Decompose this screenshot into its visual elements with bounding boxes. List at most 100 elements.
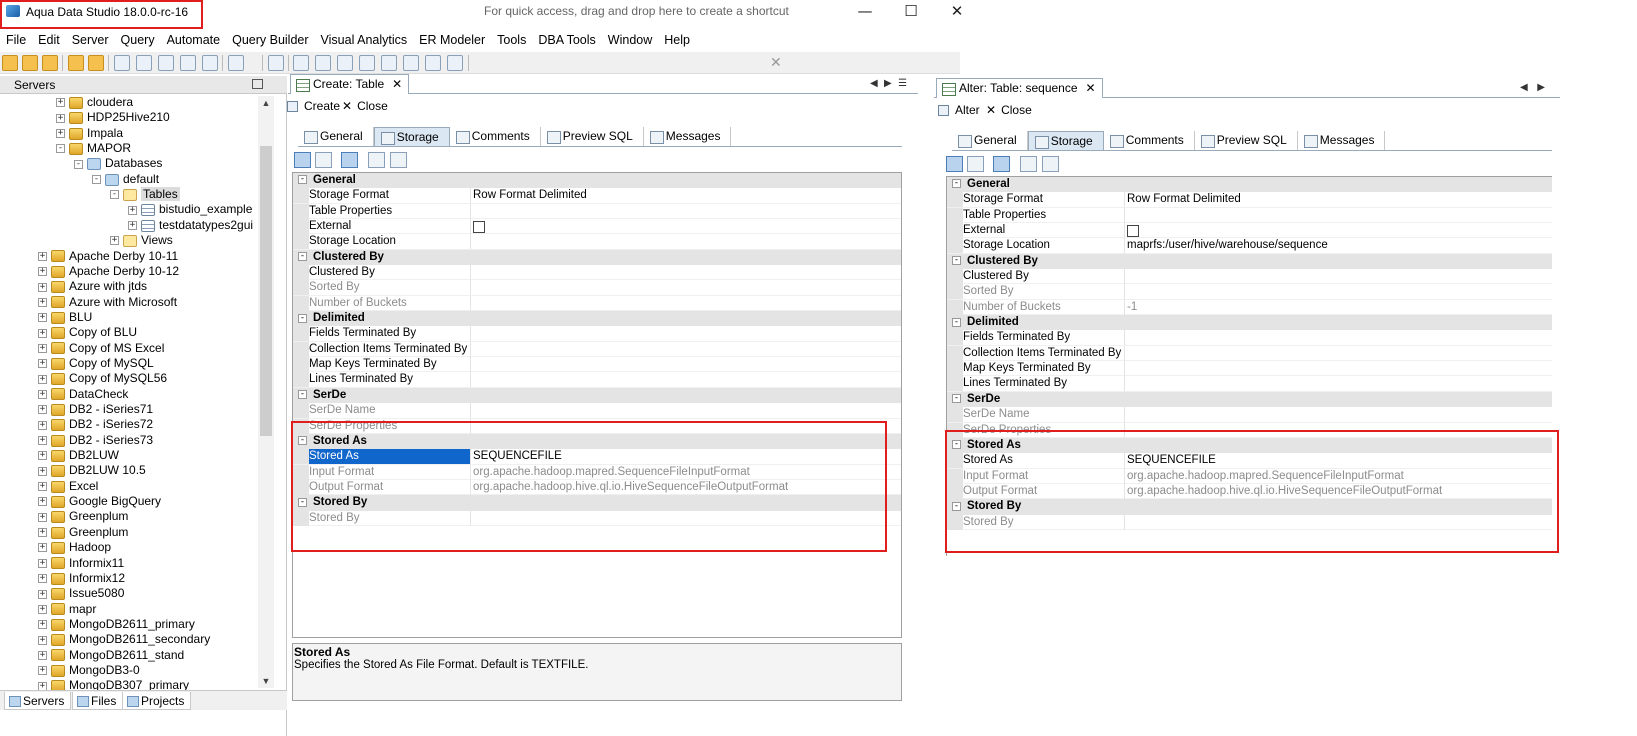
external-checkbox[interactable] <box>473 220 485 233</box>
tree-scrollbar-thumb[interactable] <box>260 146 272 436</box>
section-header[interactable]: - Delimited <box>293 311 901 327</box>
tree-node[interactable]: + Azure with jtds <box>38 278 147 294</box>
tree-node[interactable]: + DB2 - iSeries73 <box>38 432 153 448</box>
expand-icon[interactable]: + <box>56 129 65 139</box>
property-row[interactable]: Fields Terminated By <box>947 330 1552 346</box>
compare-icon[interactable] <box>180 55 196 71</box>
tree-node[interactable]: - default <box>92 171 159 187</box>
tree-node[interactable]: + Copy of MySQL56 <box>38 370 167 386</box>
create-button[interactable]: Create <box>287 99 340 113</box>
tree-node[interactable]: + Impala <box>56 125 123 141</box>
expand-icon[interactable]: + <box>38 635 47 645</box>
panel-restore-icon[interactable] <box>252 79 263 89</box>
tree-node[interactable]: + Greenplum <box>38 524 128 540</box>
menu-visual-analytics[interactable]: Visual Analytics <box>315 30 414 50</box>
tree-node[interactable]: + DB2 - iSeries71 <box>38 401 153 417</box>
tree-node[interactable]: + Excel <box>38 478 98 494</box>
grid-view-icon[interactable] <box>293 55 309 71</box>
chart-icon[interactable] <box>447 55 463 71</box>
collapse-icon[interactable]: - <box>110 190 119 200</box>
new-server-icon[interactable] <box>2 55 18 71</box>
query-analyzer-icon[interactable] <box>136 55 152 71</box>
minimize-button[interactable]: — <box>842 0 888 24</box>
tab-preview-sql[interactable]: Preview SQL <box>541 127 644 146</box>
tree-node[interactable]: + MongoDB2611_stand <box>38 647 184 663</box>
expand-icon[interactable]: + <box>38 405 47 415</box>
tab-files[interactable]: Files <box>72 692 124 710</box>
menu-dba-tools[interactable]: DBA Tools <box>532 30 601 50</box>
tab-general[interactable]: General <box>952 131 1028 150</box>
tree-node[interactable]: + Google BigQuery <box>38 493 161 509</box>
scroll-up-icon[interactable]: ▲ <box>258 96 274 110</box>
collapse-icon[interactable]: - <box>298 390 307 400</box>
tree-node[interactable]: + testdatatypes2gui <box>128 217 253 233</box>
collapse-icon[interactable]: - <box>92 175 101 185</box>
tab-alter-table[interactable]: Alter: Table: sequence ✕ <box>936 78 1103 98</box>
property-value[interactable] <box>473 219 485 234</box>
property-row[interactable]: Storage Location <box>293 234 901 250</box>
expand-icon[interactable]: + <box>38 512 47 522</box>
expand-icon[interactable]: + <box>38 451 47 461</box>
property-value[interactable]: maprfs:/user/hive/warehouse/sequence <box>1127 238 1328 253</box>
close-window-button[interactable]: ✕ <box>934 0 980 24</box>
menu-file[interactable]: File <box>0 30 32 50</box>
disconnect-icon[interactable] <box>88 55 104 71</box>
tree-node[interactable]: + Views <box>110 232 173 248</box>
expand-icon[interactable]: + <box>38 297 47 307</box>
document-icon[interactable] <box>268 55 284 71</box>
expand-icon[interactable]: + <box>56 98 65 108</box>
table-export-icon[interactable] <box>403 55 419 71</box>
tree-node[interactable]: + Copy of MySQL <box>38 355 154 371</box>
expand-icon[interactable]: + <box>38 267 47 277</box>
property-row[interactable]: Map Keys Terminated By <box>947 361 1552 377</box>
alter-button[interactable]: Alter <box>938 103 980 117</box>
property-row[interactable]: Table Properties <box>293 203 901 220</box>
tree-node[interactable]: + Apache Derby 10-11 <box>38 248 178 264</box>
section-header[interactable]: - General <box>947 177 1552 193</box>
collapse-icon[interactable]: - <box>952 179 961 189</box>
expand-icon[interactable]: + <box>38 497 47 507</box>
scroll-down-icon[interactable]: ▼ <box>258 674 274 688</box>
tree-node[interactable]: - MAPOR <box>56 140 131 156</box>
property-row[interactable]: External <box>947 223 1552 239</box>
schema-browser-icon[interactable] <box>202 55 218 71</box>
tab-general[interactable]: General <box>298 127 374 146</box>
property-row[interactable]: External <box>293 219 901 235</box>
tree-node[interactable]: + Informix12 <box>38 570 125 586</box>
tab-messages[interactable]: Messages <box>644 127 732 146</box>
menu-help[interactable]: Help <box>658 30 696 50</box>
tree-node[interactable]: + Apache Derby 10-12 <box>38 263 179 279</box>
maximize-button[interactable]: ☐ <box>888 0 934 24</box>
tree-node[interactable]: + DB2 - iSeries72 <box>38 416 153 432</box>
property-row[interactable]: Storage Location maprfs:/user/hive/wareho… <box>947 238 1552 254</box>
tab-projects[interactable]: Projects <box>122 692 192 710</box>
edit-server-icon[interactable] <box>22 55 38 71</box>
expand-all-icon[interactable] <box>1020 156 1037 172</box>
sort-alpha-icon[interactable] <box>967 156 984 172</box>
tree-node[interactable]: + Greenplum <box>38 508 128 524</box>
expand-icon[interactable]: + <box>38 389 47 399</box>
description-toggle-icon[interactable] <box>341 152 358 168</box>
expand-icon[interactable]: + <box>38 466 47 476</box>
connect-icon[interactable] <box>68 55 84 71</box>
property-row[interactable]: Table Properties <box>947 207 1552 224</box>
collapse-icon[interactable]: - <box>952 394 961 404</box>
property-row[interactable]: Number of Buckets -1 <box>947 299 1552 316</box>
section-header[interactable]: - General <box>293 173 901 189</box>
property-row[interactable]: Number of Buckets <box>293 295 901 312</box>
tree-node[interactable]: + DataCheck <box>38 386 128 402</box>
tree-node[interactable]: + Informix11 <box>38 555 124 571</box>
collapse-icon[interactable]: - <box>298 252 307 262</box>
expand-icon[interactable]: + <box>110 236 119 246</box>
expand-icon[interactable]: + <box>38 558 47 568</box>
expand-icon[interactable]: + <box>38 313 47 323</box>
expand-icon[interactable]: + <box>38 251 47 261</box>
table-view-icon[interactable] <box>315 55 331 71</box>
expand-icon[interactable]: + <box>38 650 47 660</box>
property-row[interactable]: Collection Items Terminated By <box>293 341 901 358</box>
property-row[interactable]: Fields Terminated By <box>293 326 901 342</box>
property-row[interactable]: Collection Items Terminated By <box>947 345 1552 362</box>
tree-node[interactable]: + Copy of MS Excel <box>38 340 164 356</box>
tree-node[interactable]: + DB2LUW <box>38 447 119 463</box>
menu-er-modeler[interactable]: ER Modeler <box>413 30 491 50</box>
